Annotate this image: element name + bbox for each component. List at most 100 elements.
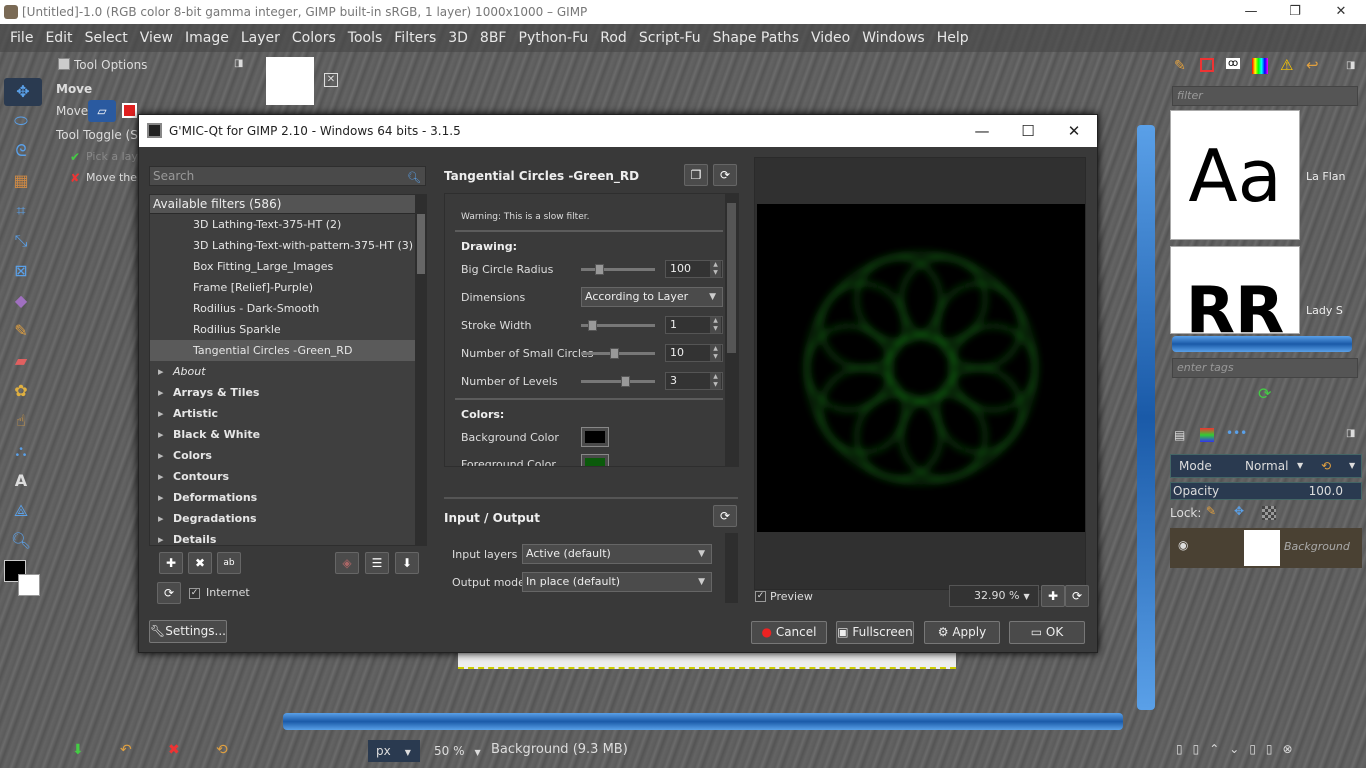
apply-button[interactable]: ⚙ Apply [924, 621, 1000, 644]
pattern-icon[interactable] [1200, 58, 1214, 72]
refresh-icon[interactable]: ⟳ [1258, 384, 1271, 403]
layer-row[interactable]: ◉ Background [1170, 528, 1362, 568]
copy-to-clipboard-icon[interactable]: ❐ [684, 164, 708, 186]
preview-image[interactable] [757, 204, 1085, 532]
filter-list-scrollbar[interactable] [415, 194, 427, 546]
filter-item[interactable]: Frame [Relief]-Purple) [150, 277, 424, 298]
category-degradations[interactable]: Degradations [150, 508, 424, 529]
move-active-option[interactable]: Move the [86, 171, 137, 184]
font-filter-input[interactable]: filter [1172, 86, 1358, 106]
remove-fave-icon[interactable]: ✖ [188, 552, 212, 574]
foreground-color-button[interactable] [581, 454, 609, 466]
stroke-width-slider[interactable] [581, 320, 655, 331]
brush-icon[interactable]: ✎ [1174, 58, 1186, 74]
stroke-width-spinbox[interactable]: 1 ▲ ▼ [665, 316, 723, 334]
cancel-button[interactable]: ● Cancel [751, 621, 827, 644]
levels-slider[interactable] [581, 376, 655, 387]
zoom-select[interactable]: 50 % ▼ [424, 740, 486, 762]
input-layers-select[interactable]: Active (default) ▼ [522, 544, 712, 564]
paths-tab-icon[interactable]: ••• [1226, 426, 1247, 440]
menu-edit[interactable]: Edit [39, 30, 78, 46]
filter-item[interactable]: Box Fitting_Large_Images [150, 256, 424, 277]
font-name-1[interactable]: La Flan [1306, 170, 1345, 183]
dimensions-select[interactable]: According to Layer ▼ [581, 287, 723, 307]
font-name-2[interactable]: Lady S [1306, 304, 1343, 317]
zoom-icon[interactable]: 🔍︎ [10, 530, 32, 552]
menu-video[interactable]: Video [805, 30, 856, 46]
slider-knob[interactable] [610, 348, 620, 359]
cross-icon[interactable]: ✘ [70, 171, 80, 185]
image-thumbnail[interactable] [266, 57, 314, 105]
filters-header[interactable]: Available filters (586) [150, 195, 424, 214]
filter-item[interactable]: Rodilius Sparkle [150, 319, 424, 340]
lock-alpha-icon[interactable] [1262, 506, 1276, 520]
close-image-icon[interactable]: ✕ [324, 73, 338, 87]
refresh-filters-icon[interactable]: ⟳ [157, 582, 181, 604]
menu-tools[interactable]: Tools [342, 30, 389, 46]
tags-input[interactable]: enter tags [1172, 358, 1358, 378]
move-layer-icon[interactable]: ▱ [88, 100, 116, 122]
small-circles-spinbox[interactable]: 10 ▲ ▼ [665, 344, 723, 362]
undo-icon[interactable]: ↶ [120, 742, 132, 758]
vertical-scrollbar[interactable] [1137, 125, 1155, 710]
reset-params-icon[interactable]: ⟳ [713, 164, 737, 186]
ok-button[interactable]: ▭ OK [1009, 621, 1085, 644]
big-circle-radius-spinbox[interactable]: 100 ▲ ▼ [665, 260, 723, 278]
image-canvas[interactable] [458, 653, 956, 669]
menu-file[interactable]: File [4, 30, 39, 46]
move-tool-icon[interactable]: ✥ [4, 78, 42, 106]
font-scrollbar[interactable] [1172, 336, 1352, 352]
lock-position-icon[interactable]: ✥ [1234, 504, 1244, 518]
menu-shape-paths[interactable]: Shape Paths [707, 30, 805, 46]
expand-icon[interactable]: ⬇ [395, 552, 419, 574]
maximize-button[interactable]: ❐ [1272, 0, 1318, 24]
font-preview-2[interactable]: RR [1170, 246, 1300, 334]
save-icon[interactable]: ⬇ [72, 742, 84, 758]
menu-layer[interactable]: Layer [235, 30, 286, 46]
minimize-button[interactable]: — [1228, 0, 1274, 24]
menu-colors[interactable]: Colors [286, 30, 342, 46]
internet-checkbox[interactable]: ✓ [189, 588, 200, 599]
pick-layer-option[interactable]: Pick a laye [86, 150, 145, 163]
warning-icon[interactable]: ⚠ [1280, 56, 1293, 74]
text-tool-icon[interactable]: A [10, 470, 32, 492]
reset-zoom-icon[interactable]: ⟳ [1065, 585, 1089, 607]
menu-help[interactable]: Help [931, 30, 975, 46]
font-preview-1[interactable]: Aa [1170, 110, 1300, 240]
menu-image[interactable]: Image [179, 30, 235, 46]
smudge-icon[interactable]: ☝ [10, 410, 32, 432]
lasso-icon[interactable]: ᘓ [10, 140, 32, 162]
reset-icon[interactable]: ⟲ [216, 742, 228, 758]
opacity-slider[interactable]: Opacity 100.0 [1170, 482, 1362, 500]
warp-icon[interactable]: ⊠ [10, 260, 32, 282]
clone-icon[interactable]: ✿ [10, 380, 32, 402]
output-mode-select[interactable]: In place (default) ▼ [522, 572, 712, 592]
small-circles-slider[interactable] [581, 348, 655, 359]
close-button[interactable]: ✕ [1318, 0, 1364, 24]
font-icon[interactable]: ꝏ [1226, 58, 1241, 69]
paintbrush-icon[interactable]: ✎ [10, 320, 32, 342]
palette-icon[interactable] [1252, 58, 1268, 74]
menu-view[interactable]: View [134, 30, 179, 46]
menu-rod[interactable]: Rod [594, 30, 633, 46]
unit-select[interactable]: px ▼ [368, 740, 420, 762]
layer-name[interactable]: Background [1284, 540, 1350, 553]
measure-icon[interactable]: ⟁ [10, 500, 32, 522]
color-select-icon[interactable]: ▦ [10, 170, 32, 192]
category-black-white[interactable]: Black & White [150, 424, 424, 445]
reset-io-icon[interactable]: ⟳ [713, 505, 737, 527]
io-scrollbar[interactable] [725, 533, 738, 603]
zoom-in-icon[interactable]: ✚ [1041, 585, 1065, 607]
bucket-fill-icon[interactable]: ◆ [10, 290, 32, 312]
eye-icon[interactable]: ◉ [1178, 538, 1188, 552]
slider-knob[interactable] [595, 264, 605, 275]
gmic-maximize-button[interactable]: ☐ [1005, 115, 1051, 147]
menu-script-fu[interactable]: Script-Fu [633, 30, 707, 46]
eraser-icon[interactable]: ▰ [10, 350, 32, 372]
undo-history-icon[interactable]: ↩ [1306, 56, 1319, 74]
panel-menu-icon[interactable]: ◨ [1346, 60, 1355, 71]
menu-8bf[interactable]: 8BF [474, 30, 513, 46]
lock-pixels-icon[interactable]: ✎ [1206, 504, 1216, 518]
menu-filters[interactable]: Filters [388, 30, 442, 46]
slider-knob[interactable] [587, 320, 597, 331]
